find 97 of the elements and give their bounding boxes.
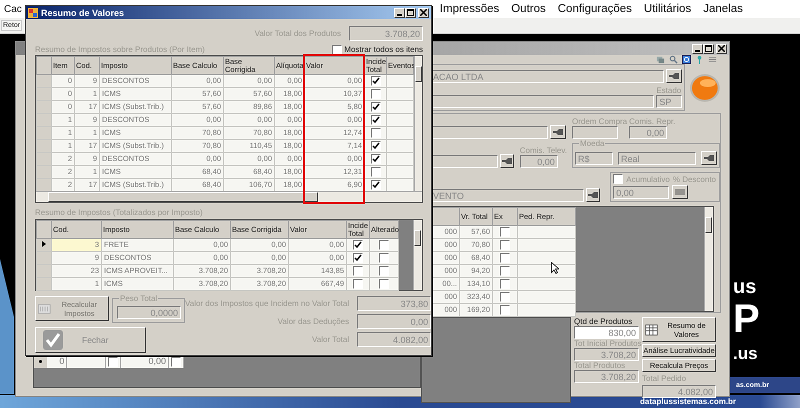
maximize-icon — [407, 9, 414, 16]
scrollbar[interactable] — [36, 191, 422, 202]
logo-text: us — [733, 277, 758, 297]
maximize-icon — [705, 45, 712, 52]
menu-item[interactable]: Outros — [511, 3, 546, 15]
checkbox[interactable] — [370, 180, 380, 190]
new-row-icon — [39, 360, 42, 363]
menu-item[interactable]: Janelas — [703, 3, 743, 15]
close-icon — [420, 9, 427, 16]
checkbox[interactable] — [379, 266, 389, 276]
field-label: Comis. Telev. — [520, 146, 567, 155]
column-header — [36, 220, 52, 238]
quantity-field[interactable]: 830,00 — [574, 326, 639, 339]
orb-icon — [689, 72, 721, 102]
checkbox[interactable] — [500, 279, 510, 290]
field-label: Tot Inicial Produtos — [574, 339, 639, 348]
close-icon — [718, 45, 725, 52]
field-label: Qtd de Produtos — [574, 317, 634, 326]
logo-text: .us — [733, 345, 759, 362]
maximize-button[interactable] — [703, 44, 714, 54]
checkbox[interactable] — [500, 253, 510, 264]
app-icon — [28, 8, 38, 18]
checkbox[interactable] — [500, 227, 510, 238]
search-icon[interactable] — [669, 55, 678, 64]
checkbox[interactable] — [353, 253, 363, 264]
checkbox[interactable] — [500, 266, 510, 276]
scrollbar[interactable] — [704, 207, 713, 311]
checkbox[interactable] — [379, 279, 389, 290]
checkbox[interactable] — [500, 305, 510, 316]
windows-icon[interactable] — [656, 55, 665, 64]
column-header — [36, 56, 52, 74]
calculator-icon — [38, 302, 51, 314]
checkbox[interactable] — [370, 76, 380, 86]
table-icon — [645, 322, 658, 336]
field-label: Valor Total — [312, 335, 350, 344]
lookup-button[interactable] — [550, 125, 566, 139]
row-header[interactable] — [36, 238, 52, 252]
menu-item[interactable]: Cac — [4, 4, 22, 14]
field-label: Valor dos Impostos que Incidem no Valor Total — [185, 299, 350, 308]
menu-item[interactable]: Configurações — [558, 3, 632, 15]
checkbox-label: Acumulativo — [626, 174, 670, 184]
checkbox[interactable] — [500, 292, 510, 302]
bars-icon — [675, 188, 686, 196]
calculator-button[interactable] — [672, 185, 688, 199]
scrollbar[interactable] — [413, 220, 422, 290]
checkbox[interactable] — [370, 141, 380, 152]
checkbox[interactable] — [379, 253, 389, 264]
minimize-button[interactable] — [394, 8, 405, 18]
field-label: Comis. Repr. — [629, 117, 676, 126]
section-title: Resumo de Impostos sobre Produtos (Por Item) — [35, 45, 205, 54]
checkbox[interactable] — [613, 174, 624, 184]
scrollbar[interactable] — [414, 56, 422, 191]
checkbox[interactable] — [370, 89, 380, 100]
purchase-order-field[interactable] — [572, 126, 618, 139]
lookup-button[interactable] — [500, 154, 514, 168]
checkbox[interactable] — [353, 240, 363, 250]
close-button[interactable] — [418, 8, 429, 18]
field-label: Ordem Compra — [572, 117, 628, 126]
mouse-pointer-icon — [551, 262, 559, 274]
field-label: Estado — [656, 86, 682, 95]
group-label: Peso Total — [119, 294, 158, 303]
field-label: Total Produtos — [574, 361, 626, 370]
window-title: Resumo de Valores — [41, 8, 124, 18]
checkbox-label: Mostrar todos os itens — [344, 45, 423, 54]
checkbox[interactable] — [500, 240, 510, 250]
maximize-button[interactable] — [405, 8, 416, 18]
logo-text: P — [733, 299, 760, 339]
checkbox[interactable] — [370, 102, 380, 112]
checkbox[interactable] — [370, 154, 380, 164]
checkbox[interactable] — [171, 356, 181, 366]
website-text: dataplussistemas.com.br — [640, 397, 736, 406]
lookup-button[interactable] — [666, 69, 682, 83]
row-pointer-icon — [42, 241, 46, 247]
close-button[interactable] — [716, 44, 727, 54]
checkbox[interactable] — [332, 44, 342, 54]
field-label: Valor Total dos Produtos — [254, 29, 341, 38]
checkbox[interactable] — [370, 167, 380, 178]
lookup-button[interactable] — [701, 151, 717, 165]
field-label: % Desconto — [672, 174, 716, 184]
checkbox[interactable] — [370, 128, 380, 138]
checkmark-icon — [42, 329, 64, 351]
checkbox[interactable] — [370, 115, 380, 126]
menu-item[interactable]: Utilitários — [644, 3, 692, 15]
checkbox[interactable] — [379, 240, 389, 250]
group-label: Moeda — [579, 139, 606, 148]
section-title: Resumo de Impostos (Totalizados por Imposto) — [35, 208, 204, 217]
input-field[interactable] — [430, 155, 498, 168]
menu-item[interactable]: Impressões — [440, 3, 500, 15]
input-field[interactable] — [430, 126, 548, 139]
address-field[interactable] — [430, 95, 654, 108]
checkbox[interactable] — [353, 279, 363, 290]
field-label: Total Pedido — [642, 374, 688, 383]
checkbox[interactable] — [353, 266, 363, 276]
checkbox[interactable] — [108, 356, 118, 366]
lookup-button[interactable] — [586, 188, 600, 202]
field-label: Valor das Deduções — [278, 317, 350, 326]
minimize-button[interactable] — [692, 44, 703, 54]
